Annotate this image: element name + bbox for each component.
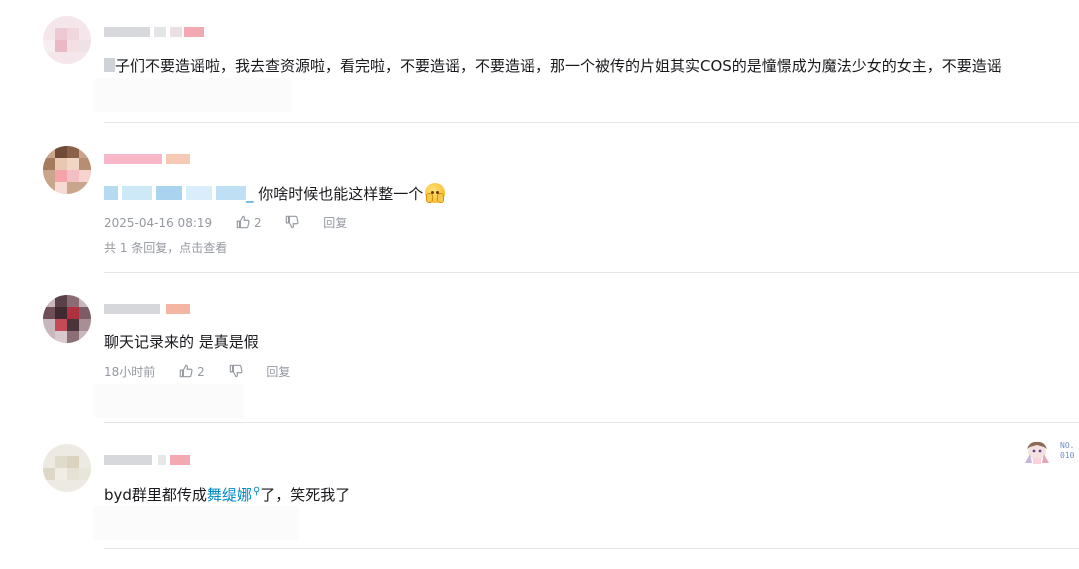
comment-meta: 18小时前 2 回复 [104, 362, 310, 380]
avatar[interactable] [43, 16, 91, 64]
fan-badge-number: NO. 010 [1060, 441, 1075, 460]
divider [104, 122, 1079, 123]
divider [104, 422, 1079, 423]
comment-meta: 2025-04-16 08:19 2 回复 [104, 213, 367, 231]
blurred-meta-row [93, 78, 293, 112]
fan-badge[interactable]: NO. 010 [1022, 438, 1079, 466]
blurred-meta-row [93, 384, 245, 418]
dislike-button[interactable] [285, 214, 299, 232]
blurred-mention[interactable] [104, 186, 246, 200]
avatar[interactable] [43, 444, 91, 492]
thumb-up-icon [179, 364, 193, 377]
thumb-down-icon [286, 215, 299, 228]
dislike-button[interactable] [229, 363, 243, 381]
mention-tail[interactable]: _ [246, 185, 254, 203]
comment-text: byd群里都传成舞缇娜⚲了，笑死我了 [104, 486, 351, 504]
fan-badge-character-icon [1025, 441, 1049, 464]
divider [104, 548, 1079, 549]
like-button[interactable]: 2 [236, 214, 262, 232]
search-keyword-link[interactable]: 舞缇娜 [207, 486, 252, 504]
comment-text: 聊天记录来的 是真是假 [104, 333, 259, 351]
comment-text: 子们不要造谣啦，我去查资源啦，看完啦，不要造谣，不要造谣，那一个被传的片姐其实C… [104, 55, 1002, 77]
thumb-up-icon [236, 215, 250, 228]
blurred-text [104, 58, 115, 72]
comment-text: _ 你啥时候也能这样整一个 [104, 183, 446, 205]
comment-time: 18小时前 [104, 364, 156, 379]
blurred-meta-row [93, 506, 299, 540]
divider [104, 272, 1079, 273]
like-count: 2 [253, 215, 262, 230]
avatar[interactable] [43, 295, 91, 343]
like-button[interactable]: 2 [179, 363, 205, 381]
reply-button[interactable]: 回复 [266, 363, 290, 381]
hand-over-mouth-emoji [425, 183, 446, 203]
comment-time: 2025-04-16 08:19 [104, 215, 213, 230]
avatar[interactable] [43, 146, 91, 194]
view-replies-link[interactable]: 共 1 条回复，点击查看 [104, 239, 227, 256]
thumb-down-icon [229, 364, 243, 377]
reply-button[interactable]: 回复 [323, 214, 347, 232]
like-count: 2 [197, 364, 205, 379]
